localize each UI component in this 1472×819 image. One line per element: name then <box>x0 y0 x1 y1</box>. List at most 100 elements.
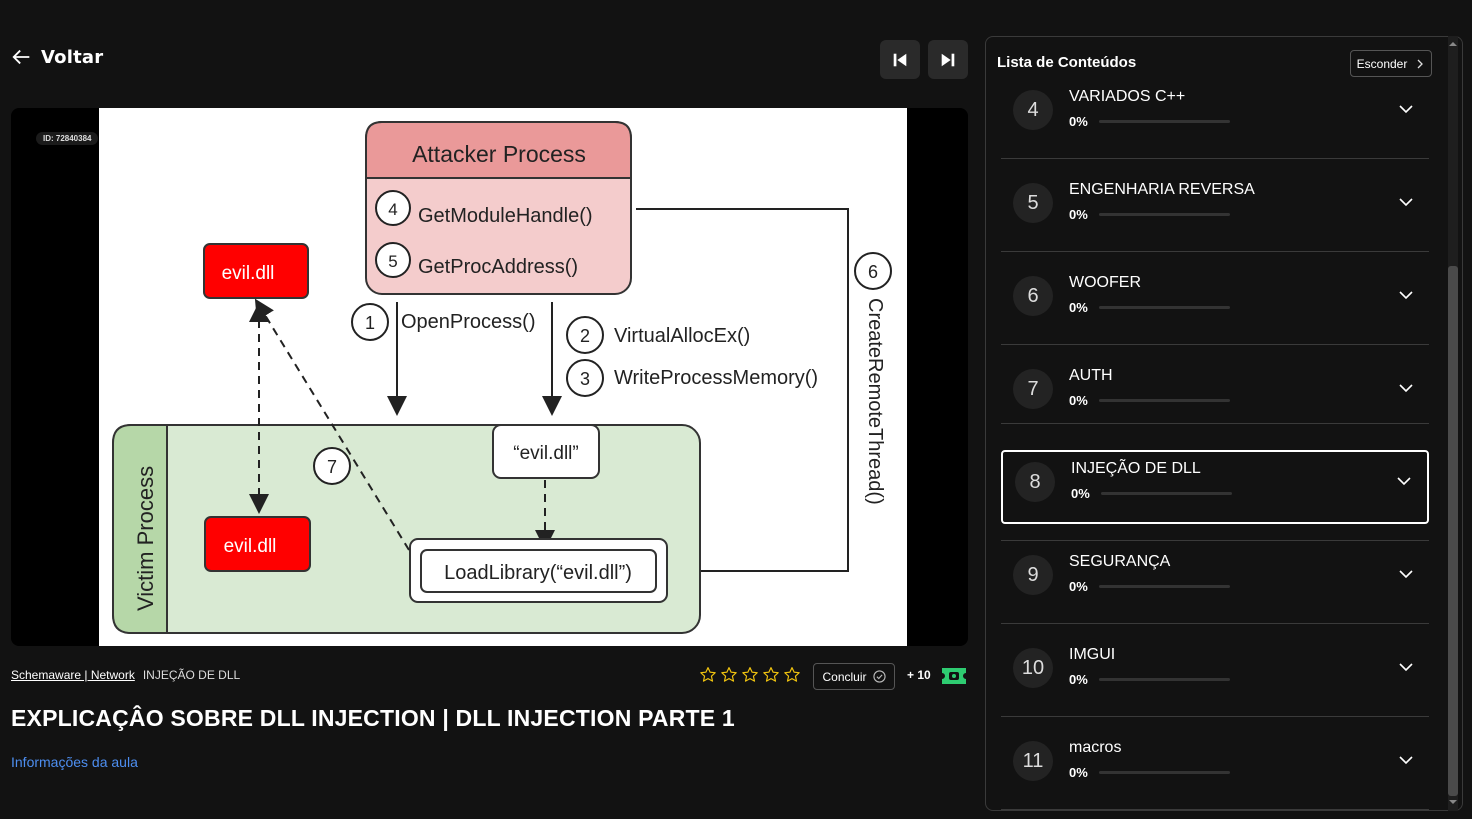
module-item[interactable]: 11 macros 0% <box>1001 739 1429 810</box>
module-item[interactable]: 5 ENGENHARIA REVERSA 0% <box>1001 181 1429 253</box>
module-item[interactable]: 7 AUTH 0% <box>1001 367 1429 439</box>
loadlibrary-label: LoadLibrary(“evil.dll”) <box>444 562 632 584</box>
module-progress-bar <box>1099 306 1230 309</box>
chevron-down-icon[interactable] <box>1397 565 1415 583</box>
module-divider <box>1001 716 1429 717</box>
module-name: SEGURANÇA <box>1069 553 1171 570</box>
module-progress-bar <box>1099 771 1230 774</box>
scroll-down-icon[interactable] <box>1447 796 1459 808</box>
module-number: 5 <box>1013 183 1053 223</box>
step2-label: VirtualAllocEx() <box>614 325 750 347</box>
module-number: 11 <box>1013 741 1053 781</box>
module-progress-text: 0% <box>1069 114 1088 129</box>
module-progress-text: 0% <box>1069 765 1088 780</box>
star-icon[interactable] <box>720 666 738 684</box>
chevron-down-icon[interactable] <box>1397 100 1415 118</box>
attacker-title: Attacker Process <box>412 141 586 167</box>
module-item[interactable]: 10 IMGUI 0% <box>1001 646 1429 718</box>
module-number: 7 <box>1013 369 1053 409</box>
module-number: 8 <box>1015 462 1055 502</box>
module-progress-bar <box>1099 120 1230 123</box>
module-divider <box>1001 540 1429 541</box>
step6-number: 6 <box>868 262 878 282</box>
step7-number: 7 <box>327 457 337 477</box>
chevron-down-icon[interactable] <box>1397 751 1415 769</box>
lesson-info-link[interactable]: Informações da aula <box>11 754 138 770</box>
ticket-icon <box>942 668 966 684</box>
module-item[interactable]: 4 VARIADOS C++ 0% <box>1001 88 1429 160</box>
chevron-down-icon[interactable] <box>1397 193 1415 211</box>
module-progress-text: 0% <box>1069 393 1088 408</box>
skip-next-icon <box>941 53 955 66</box>
module-item[interactable]: 8 INJEÇÃO DE DLL 0% <box>1001 450 1429 524</box>
lesson-title: EXPLICAÇÂO SOBRE DLL INJECTION | DLL INJ… <box>11 705 735 731</box>
breadcrumb: Schemaware | Network INJEÇÃO DE DLL <box>11 668 240 682</box>
module-number: 10 <box>1013 648 1053 688</box>
module-name: macros <box>1069 739 1122 756</box>
module-number: 9 <box>1013 555 1053 595</box>
module-progress-bar <box>1099 399 1230 402</box>
step1-number: 1 <box>365 313 375 333</box>
chevron-down-icon[interactable] <box>1397 379 1415 397</box>
module-progress-text: 0% <box>1069 579 1088 594</box>
chevron-right-icon <box>1417 59 1424 68</box>
chevron-down-icon[interactable] <box>1397 286 1415 304</box>
breadcrumb-course-link[interactable]: Schemaware | Network <box>11 668 135 682</box>
star-icon[interactable] <box>741 666 759 684</box>
step3-label: WriteProcessMemory() <box>614 367 818 389</box>
chevron-down-icon[interactable] <box>1397 658 1415 676</box>
step6-label: CreateRemoteThread() <box>864 298 886 505</box>
module-item[interactable]: 9 SEGURANÇA 0% <box>1001 553 1429 625</box>
module-progress-bar <box>1101 492 1232 495</box>
hide-label: Esconder <box>1356 56 1408 71</box>
dll-injection-diagram: Attacker Process 4 GetModuleHandle() 5 G… <box>112 121 892 634</box>
attacker-fn1: GetModuleHandle() <box>418 205 593 227</box>
attacker-process-box: Attacker Process 4 GetModuleHandle() 5 G… <box>365 121 632 295</box>
step4-number: 4 <box>388 200 397 219</box>
star-icon[interactable] <box>762 666 780 684</box>
hide-sidebar-button[interactable]: Esconder <box>1350 50 1432 77</box>
arrow-left-icon <box>12 49 30 65</box>
module-progress-text: 0% <box>1069 207 1088 222</box>
conclude-button[interactable]: Concluir <box>813 663 895 690</box>
back-label: Voltar <box>41 46 104 68</box>
skip-previous-icon <box>893 53 907 66</box>
module-divider <box>1001 251 1429 252</box>
video-player[interactable]: ID: 72840384 Attacker Process 4 GetModul… <box>11 108 968 646</box>
step2-number: 2 <box>580 326 590 346</box>
module-divider <box>1001 423 1429 424</box>
module-divider <box>1001 623 1429 624</box>
step5-number: 5 <box>388 252 397 271</box>
module-name: AUTH <box>1069 367 1113 384</box>
sidebar-title: Lista de Conteúdos <box>997 54 1137 71</box>
step3-number: 3 <box>580 369 590 389</box>
breadcrumb-module: INJEÇÃO DE DLL <box>142 668 241 682</box>
module-list: 4 VARIADOS C++ 0% 5 ENGENHARIA REVERSA 0% 6 WOO… <box>1001 88 1429 810</box>
back-button[interactable]: Voltar <box>11 46 103 68</box>
module-progress-bar <box>1099 213 1230 216</box>
star-icon[interactable] <box>783 666 801 684</box>
module-name: ENGENHARIA REVERSA <box>1069 181 1255 198</box>
evil-dll-quoted: “evil.dll” <box>513 443 578 464</box>
module-divider <box>1001 344 1429 345</box>
next-lesson-button[interactable] <box>928 40 968 79</box>
sidebar-scrollbar[interactable] <box>1446 36 1460 811</box>
star-icon[interactable] <box>699 666 717 684</box>
conclude-label: Concluir <box>822 669 867 684</box>
module-item[interactable]: 6 WOOFER 0% <box>1001 274 1429 346</box>
step1-label: OpenProcess() <box>401 311 536 333</box>
module-number: 6 <box>1013 276 1053 316</box>
module-progress-text: 0% <box>1069 300 1088 315</box>
module-number: 4 <box>1013 90 1053 130</box>
module-progress-text: 0% <box>1071 486 1090 501</box>
previous-lesson-button[interactable] <box>880 40 920 79</box>
module-divider <box>1001 809 1429 810</box>
scroll-up-icon[interactable] <box>1447 38 1459 50</box>
module-name: VARIADOS C++ <box>1069 88 1186 105</box>
chevron-down-icon[interactable] <box>1395 472 1413 490</box>
module-name: IMGUI <box>1069 646 1116 663</box>
evil-dll-victim: evil.dll <box>224 536 277 557</box>
diagram-slide: Attacker Process 4 GetModuleHandle() 5 G… <box>99 108 907 646</box>
module-progress-bar <box>1099 678 1230 681</box>
scrollbar-thumb[interactable] <box>1448 266 1458 796</box>
